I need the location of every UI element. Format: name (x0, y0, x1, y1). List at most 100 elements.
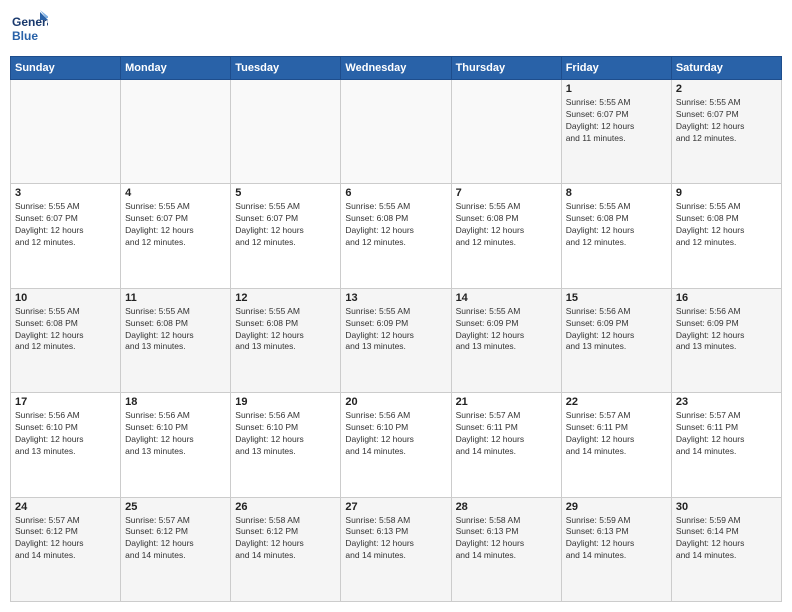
day-info: Sunrise: 5:57 AM Sunset: 6:11 PM Dayligh… (456, 410, 557, 458)
day-number: 27 (345, 501, 446, 513)
day-info: Sunrise: 5:59 AM Sunset: 6:14 PM Dayligh… (676, 515, 777, 563)
day-cell-19: 19 Sunrise: 5:56 AM Sunset: 6:10 PM Dayli… (231, 393, 341, 497)
day-cell-8: 8Sunrise: 5:55 AM Sunset: 6:08 PM Daylig… (561, 184, 671, 288)
day-info: Sunrise: 5:55 AM Sunset: 6:07 PM Dayligh… (125, 201, 226, 249)
empty-cell (231, 80, 341, 184)
day-info: Sunrise: 5:55 AM Sunset: 6:08 PM Dayligh… (15, 306, 116, 354)
day-number: 30 (676, 501, 777, 513)
day-number: 14 (456, 292, 557, 304)
day-info: Sunrise: 5:55 AM Sunset: 6:08 PM Dayligh… (456, 201, 557, 249)
day-info: Sunrise: 5:57 AM Sunset: 6:11 PM Dayligh… (566, 410, 667, 458)
page: General Blue SundayMondayTuesdayWednesda… (0, 0, 792, 612)
empty-cell (121, 80, 231, 184)
day-info: Sunrise: 5:55 AM Sunset: 6:07 PM Dayligh… (235, 201, 336, 249)
day-cell-11: 11 Sunrise: 5:55 AM Sunset: 6:08 PM Dayli… (121, 288, 231, 392)
day-number: 26 (235, 501, 336, 513)
weekday-header-friday: Friday (561, 57, 671, 80)
day-cell-27: 27Sunrise: 5:58 AM Sunset: 6:13 PM Dayli… (341, 497, 451, 601)
logo: General Blue (10, 10, 48, 48)
week-row-4: 17 Sunrise: 5:56 AM Sunset: 6:10 PM Dayli… (11, 393, 782, 497)
day-number: 11 (125, 292, 226, 304)
day-cell-10: 10 Sunrise: 5:55 AM Sunset: 6:08 PM Dayli… (11, 288, 121, 392)
day-cell-3: 3 Sunrise: 5:55 AM Sunset: 6:07 PM Daylig… (11, 184, 121, 288)
weekday-header-sunday: Sunday (11, 57, 121, 80)
day-cell-15: 15 Sunrise: 5:56 AM Sunset: 6:09 PM Dayli… (561, 288, 671, 392)
day-number: 10 (15, 292, 116, 304)
day-number: 7 (456, 187, 557, 199)
day-info: Sunrise: 5:55 AM Sunset: 6:08 PM Dayligh… (345, 201, 446, 249)
day-cell-29: 29Sunrise: 5:59 AM Sunset: 6:13 PM Dayli… (561, 497, 671, 601)
day-number: 16 (676, 292, 777, 304)
week-row-2: 3 Sunrise: 5:55 AM Sunset: 6:07 PM Daylig… (11, 184, 782, 288)
day-info: Sunrise: 5:56 AM Sunset: 6:10 PM Dayligh… (15, 410, 116, 458)
day-cell-14: 14Sunrise: 5:55 AM Sunset: 6:09 PM Dayli… (451, 288, 561, 392)
day-info: Sunrise: 5:56 AM Sunset: 6:09 PM Dayligh… (566, 306, 667, 354)
weekday-header-wednesday: Wednesday (341, 57, 451, 80)
day-cell-13: 13 Sunrise: 5:55 AM Sunset: 6:09 PM Dayli… (341, 288, 451, 392)
day-number: 21 (456, 396, 557, 408)
day-cell-28: 28 Sunrise: 5:58 AM Sunset: 6:13 PM Dayli… (451, 497, 561, 601)
weekday-header-thursday: Thursday (451, 57, 561, 80)
day-number: 20 (345, 396, 446, 408)
day-number: 3 (15, 187, 116, 199)
logo-svg: General Blue (10, 10, 48, 48)
day-number: 25 (125, 501, 226, 513)
empty-cell (341, 80, 451, 184)
header: General Blue (10, 10, 782, 48)
day-cell-30: 30 Sunrise: 5:59 AM Sunset: 6:14 PM Dayli… (671, 497, 781, 601)
day-number: 18 (125, 396, 226, 408)
day-number: 5 (235, 187, 336, 199)
day-info: Sunrise: 5:55 AM Sunset: 6:08 PM Dayligh… (235, 306, 336, 354)
day-cell-2: 2Sunrise: 5:55 AM Sunset: 6:07 PM Daylig… (671, 80, 781, 184)
day-info: Sunrise: 5:59 AM Sunset: 6:13 PM Dayligh… (566, 515, 667, 563)
calendar: SundayMondayTuesdayWednesdayThursdayFrid… (10, 56, 782, 602)
day-number: 1 (566, 83, 667, 95)
day-cell-18: 18 Sunrise: 5:56 AM Sunset: 6:10 PM Dayli… (121, 393, 231, 497)
day-cell-22: 22 Sunrise: 5:57 AM Sunset: 6:11 PM Dayli… (561, 393, 671, 497)
day-info: Sunrise: 5:58 AM Sunset: 6:13 PM Dayligh… (456, 515, 557, 563)
day-cell-5: 5 Sunrise: 5:55 AM Sunset: 6:07 PM Daylig… (231, 184, 341, 288)
day-number: 15 (566, 292, 667, 304)
day-number: 23 (676, 396, 777, 408)
day-number: 28 (456, 501, 557, 513)
day-cell-26: 26 Sunrise: 5:58 AM Sunset: 6:12 PM Dayli… (231, 497, 341, 601)
day-info: Sunrise: 5:57 AM Sunset: 6:12 PM Dayligh… (125, 515, 226, 563)
day-info: Sunrise: 5:55 AM Sunset: 6:08 PM Dayligh… (125, 306, 226, 354)
day-number: 13 (345, 292, 446, 304)
weekday-header-row: SundayMondayTuesdayWednesdayThursdayFrid… (11, 57, 782, 80)
day-number: 12 (235, 292, 336, 304)
day-info: Sunrise: 5:57 AM Sunset: 6:11 PM Dayligh… (676, 410, 777, 458)
day-info: Sunrise: 5:56 AM Sunset: 6:09 PM Dayligh… (676, 306, 777, 354)
day-number: 17 (15, 396, 116, 408)
day-info: Sunrise: 5:55 AM Sunset: 6:07 PM Dayligh… (15, 201, 116, 249)
day-cell-4: 4 Sunrise: 5:55 AM Sunset: 6:07 PM Daylig… (121, 184, 231, 288)
day-number: 22 (566, 396, 667, 408)
svg-text:Blue: Blue (12, 29, 38, 43)
day-info: Sunrise: 5:55 AM Sunset: 6:07 PM Dayligh… (676, 97, 777, 145)
day-info: Sunrise: 5:55 AM Sunset: 6:09 PM Dayligh… (345, 306, 446, 354)
week-row-1: 1 Sunrise: 5:55 AM Sunset: 6:07 PM Daylig… (11, 80, 782, 184)
day-cell-6: 6Sunrise: 5:55 AM Sunset: 6:08 PM Daylig… (341, 184, 451, 288)
day-info: Sunrise: 5:55 AM Sunset: 6:08 PM Dayligh… (676, 201, 777, 249)
weekday-header-monday: Monday (121, 57, 231, 80)
day-info: Sunrise: 5:57 AM Sunset: 6:12 PM Dayligh… (15, 515, 116, 563)
day-info: Sunrise: 5:56 AM Sunset: 6:10 PM Dayligh… (125, 410, 226, 458)
weekday-header-saturday: Saturday (671, 57, 781, 80)
day-number: 19 (235, 396, 336, 408)
day-info: Sunrise: 5:58 AM Sunset: 6:12 PM Dayligh… (235, 515, 336, 563)
weekday-header-tuesday: Tuesday (231, 57, 341, 80)
week-row-3: 10 Sunrise: 5:55 AM Sunset: 6:08 PM Dayli… (11, 288, 782, 392)
day-info: Sunrise: 5:56 AM Sunset: 6:10 PM Dayligh… (345, 410, 446, 458)
day-info: Sunrise: 5:55 AM Sunset: 6:07 PM Dayligh… (566, 97, 667, 145)
day-cell-16: 16 Sunrise: 5:56 AM Sunset: 6:09 PM Dayli… (671, 288, 781, 392)
day-number: 24 (15, 501, 116, 513)
day-info: Sunrise: 5:56 AM Sunset: 6:10 PM Dayligh… (235, 410, 336, 458)
day-cell-9: 9Sunrise: 5:55 AM Sunset: 6:08 PM Daylig… (671, 184, 781, 288)
day-number: 4 (125, 187, 226, 199)
day-cell-7: 7 Sunrise: 5:55 AM Sunset: 6:08 PM Daylig… (451, 184, 561, 288)
week-row-5: 24 Sunrise: 5:57 AM Sunset: 6:12 PM Dayli… (11, 497, 782, 601)
day-info: Sunrise: 5:55 AM Sunset: 6:08 PM Dayligh… (566, 201, 667, 249)
day-cell-17: 17 Sunrise: 5:56 AM Sunset: 6:10 PM Dayli… (11, 393, 121, 497)
day-cell-21: 21 Sunrise: 5:57 AM Sunset: 6:11 PM Dayli… (451, 393, 561, 497)
day-cell-20: 20 Sunrise: 5:56 AM Sunset: 6:10 PM Dayli… (341, 393, 451, 497)
